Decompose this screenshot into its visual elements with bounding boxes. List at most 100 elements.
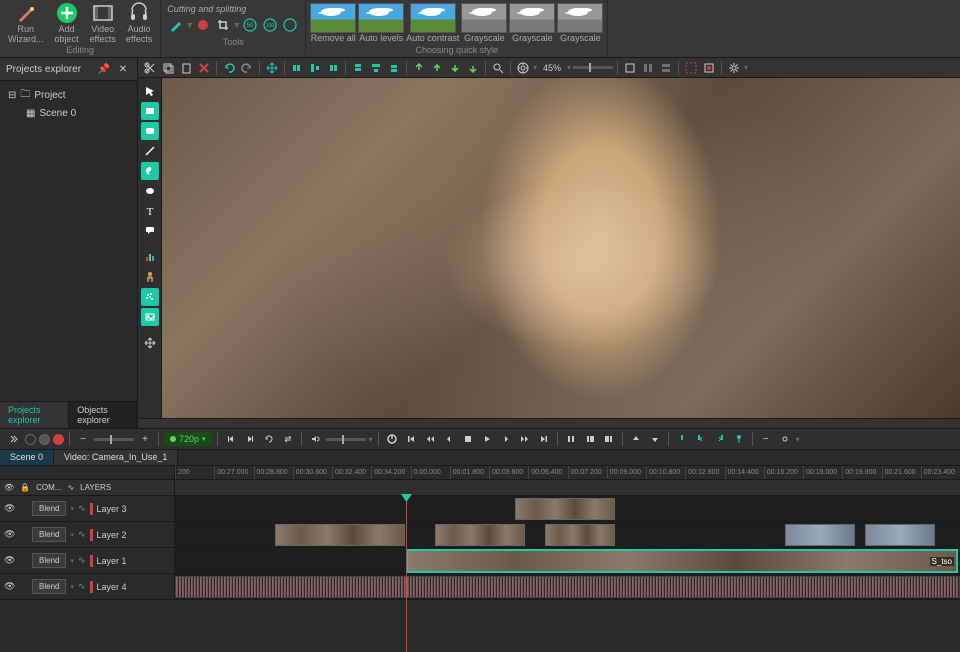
lock-icon[interactable]: 🔒 [20, 483, 30, 492]
tooltip-tool[interactable] [141, 222, 159, 240]
move-canvas-tool[interactable] [141, 334, 159, 352]
step-forward-button[interactable] [498, 431, 514, 447]
clip[interactable]: S_tso [407, 550, 957, 572]
marker-right-button[interactable] [712, 431, 728, 447]
pin-icon[interactable]: 📌 [96, 61, 112, 77]
duration-50-button[interactable]: 50 [241, 16, 259, 34]
split2-button[interactable] [601, 431, 617, 447]
chevron-down-icon[interactable]: ▾ [70, 531, 74, 539]
rect-tool[interactable] [141, 102, 159, 120]
minimize-button[interactable]: − [758, 431, 774, 447]
ellipse-tool[interactable] [141, 182, 159, 200]
fast-forward-button[interactable] [517, 431, 533, 447]
power-button[interactable] [384, 431, 400, 447]
tab-projects-explorer[interactable]: Projects explorer [0, 402, 69, 428]
bring-front-button[interactable] [411, 60, 427, 76]
play-button[interactable] [479, 431, 495, 447]
align-center-h-button[interactable] [307, 60, 323, 76]
split-button[interactable] [582, 431, 598, 447]
marker-button[interactable] [674, 431, 690, 447]
pause-button[interactable] [563, 431, 579, 447]
settings-button[interactable] [726, 60, 742, 76]
add-object-button[interactable]: Add object [50, 0, 84, 46]
clip[interactable] [275, 524, 405, 546]
undo-button[interactable] [221, 60, 237, 76]
eye-icon[interactable]: 👁 [4, 483, 14, 492]
align-middle-button[interactable] [368, 60, 384, 76]
duration-custom-button[interactable] [281, 16, 299, 34]
project-root[interactable]: ⊟ 🗀 Project [4, 85, 133, 106]
crop-tool-button[interactable] [214, 16, 232, 34]
canvas-scrollbar[interactable] [138, 418, 960, 428]
timeline-tab-video[interactable]: Video: Camera_In_Use_1 [54, 450, 178, 465]
expand-button[interactable] [6, 431, 22, 447]
blend-mode-button[interactable]: Blend [32, 579, 66, 594]
loop-button[interactable] [261, 431, 277, 447]
resolution-badge[interactable]: 720p ▾ [164, 432, 212, 446]
align-left-button[interactable] [289, 60, 305, 76]
timeline-tab-scene[interactable]: Scene 0 [0, 450, 54, 465]
blend-mode-button[interactable]: Blend [32, 501, 66, 516]
up-button[interactable] [628, 431, 644, 447]
text-tool[interactable]: T [141, 202, 159, 220]
track-content[interactable] [175, 574, 960, 599]
send-back-button[interactable] [465, 60, 481, 76]
style-thumb-3[interactable] [461, 3, 507, 33]
goto-end-button[interactable] [536, 431, 552, 447]
chevron-down-icon[interactable]: ▾ [70, 557, 74, 565]
chart-tool[interactable] [141, 248, 159, 266]
grid-button[interactable] [622, 60, 638, 76]
clip[interactable] [515, 498, 615, 520]
bounds-button[interactable] [701, 60, 717, 76]
step-back-button[interactable] [441, 431, 457, 447]
track-visibility-toggle[interactable]: 👁 [4, 503, 16, 515]
marker-dot-1[interactable] [25, 434, 36, 445]
image-tool[interactable] [141, 308, 159, 326]
chevron-down-icon[interactable]: ▾ [70, 505, 74, 513]
style-thumb-4[interactable] [509, 3, 555, 33]
cut-button[interactable] [142, 60, 158, 76]
rounded-rect-tool[interactable] [141, 122, 159, 140]
timeline-ruler[interactable]: 20000:27.00000:28.80000:30.60000:32.4000… [0, 466, 960, 480]
duration-100-button[interactable]: 100 [261, 16, 279, 34]
style-thumb-1[interactable] [358, 3, 404, 33]
run-wizard-button[interactable]: Run Wizard... [4, 0, 48, 46]
align-bottom-button[interactable] [386, 60, 402, 76]
prev-frame-button[interactable] [223, 431, 239, 447]
timeline-zoom-in[interactable]: + [137, 431, 153, 447]
clip[interactable] [175, 576, 960, 598]
next-frame-button[interactable] [242, 431, 258, 447]
zoom-slider[interactable] [573, 66, 613, 69]
stop-button[interactable] [460, 431, 476, 447]
grid2-button[interactable] [640, 60, 656, 76]
line-tool[interactable] [141, 142, 159, 160]
volume-button[interactable] [307, 431, 323, 447]
style-thumb-0[interactable] [310, 3, 356, 33]
volume-slider[interactable] [326, 438, 366, 441]
align-top-button[interactable] [350, 60, 366, 76]
align-right-button[interactable] [325, 60, 341, 76]
repeat-button[interactable] [280, 431, 296, 447]
marker-left-button[interactable] [693, 431, 709, 447]
style-thumb-5[interactable] [557, 3, 603, 33]
paste-button[interactable] [178, 60, 194, 76]
down-button[interactable] [647, 431, 663, 447]
track-visibility-toggle[interactable]: 👁 [4, 555, 16, 567]
bring-forward-button[interactable] [429, 60, 445, 76]
tab-objects-explorer[interactable]: Objects explorer [69, 402, 137, 428]
move-button[interactable] [264, 60, 280, 76]
close-icon[interactable]: ✕ [115, 61, 131, 77]
clip[interactable] [865, 524, 935, 546]
pointer-tool[interactable] [141, 82, 159, 100]
audio-effects-button[interactable]: Audio effects [122, 0, 156, 46]
blend-mode-button[interactable]: Blend [32, 553, 66, 568]
zoom-fit-button[interactable] [490, 60, 506, 76]
style-thumb-2[interactable] [410, 3, 456, 33]
delete-button[interactable] [196, 60, 212, 76]
marker-go-button[interactable] [731, 431, 747, 447]
record-button[interactable] [53, 434, 64, 445]
redo-button[interactable] [239, 60, 255, 76]
settings2-button[interactable] [777, 431, 793, 447]
brush-tool-button[interactable] [167, 16, 185, 34]
timeline-zoom-out[interactable]: − [75, 431, 91, 447]
